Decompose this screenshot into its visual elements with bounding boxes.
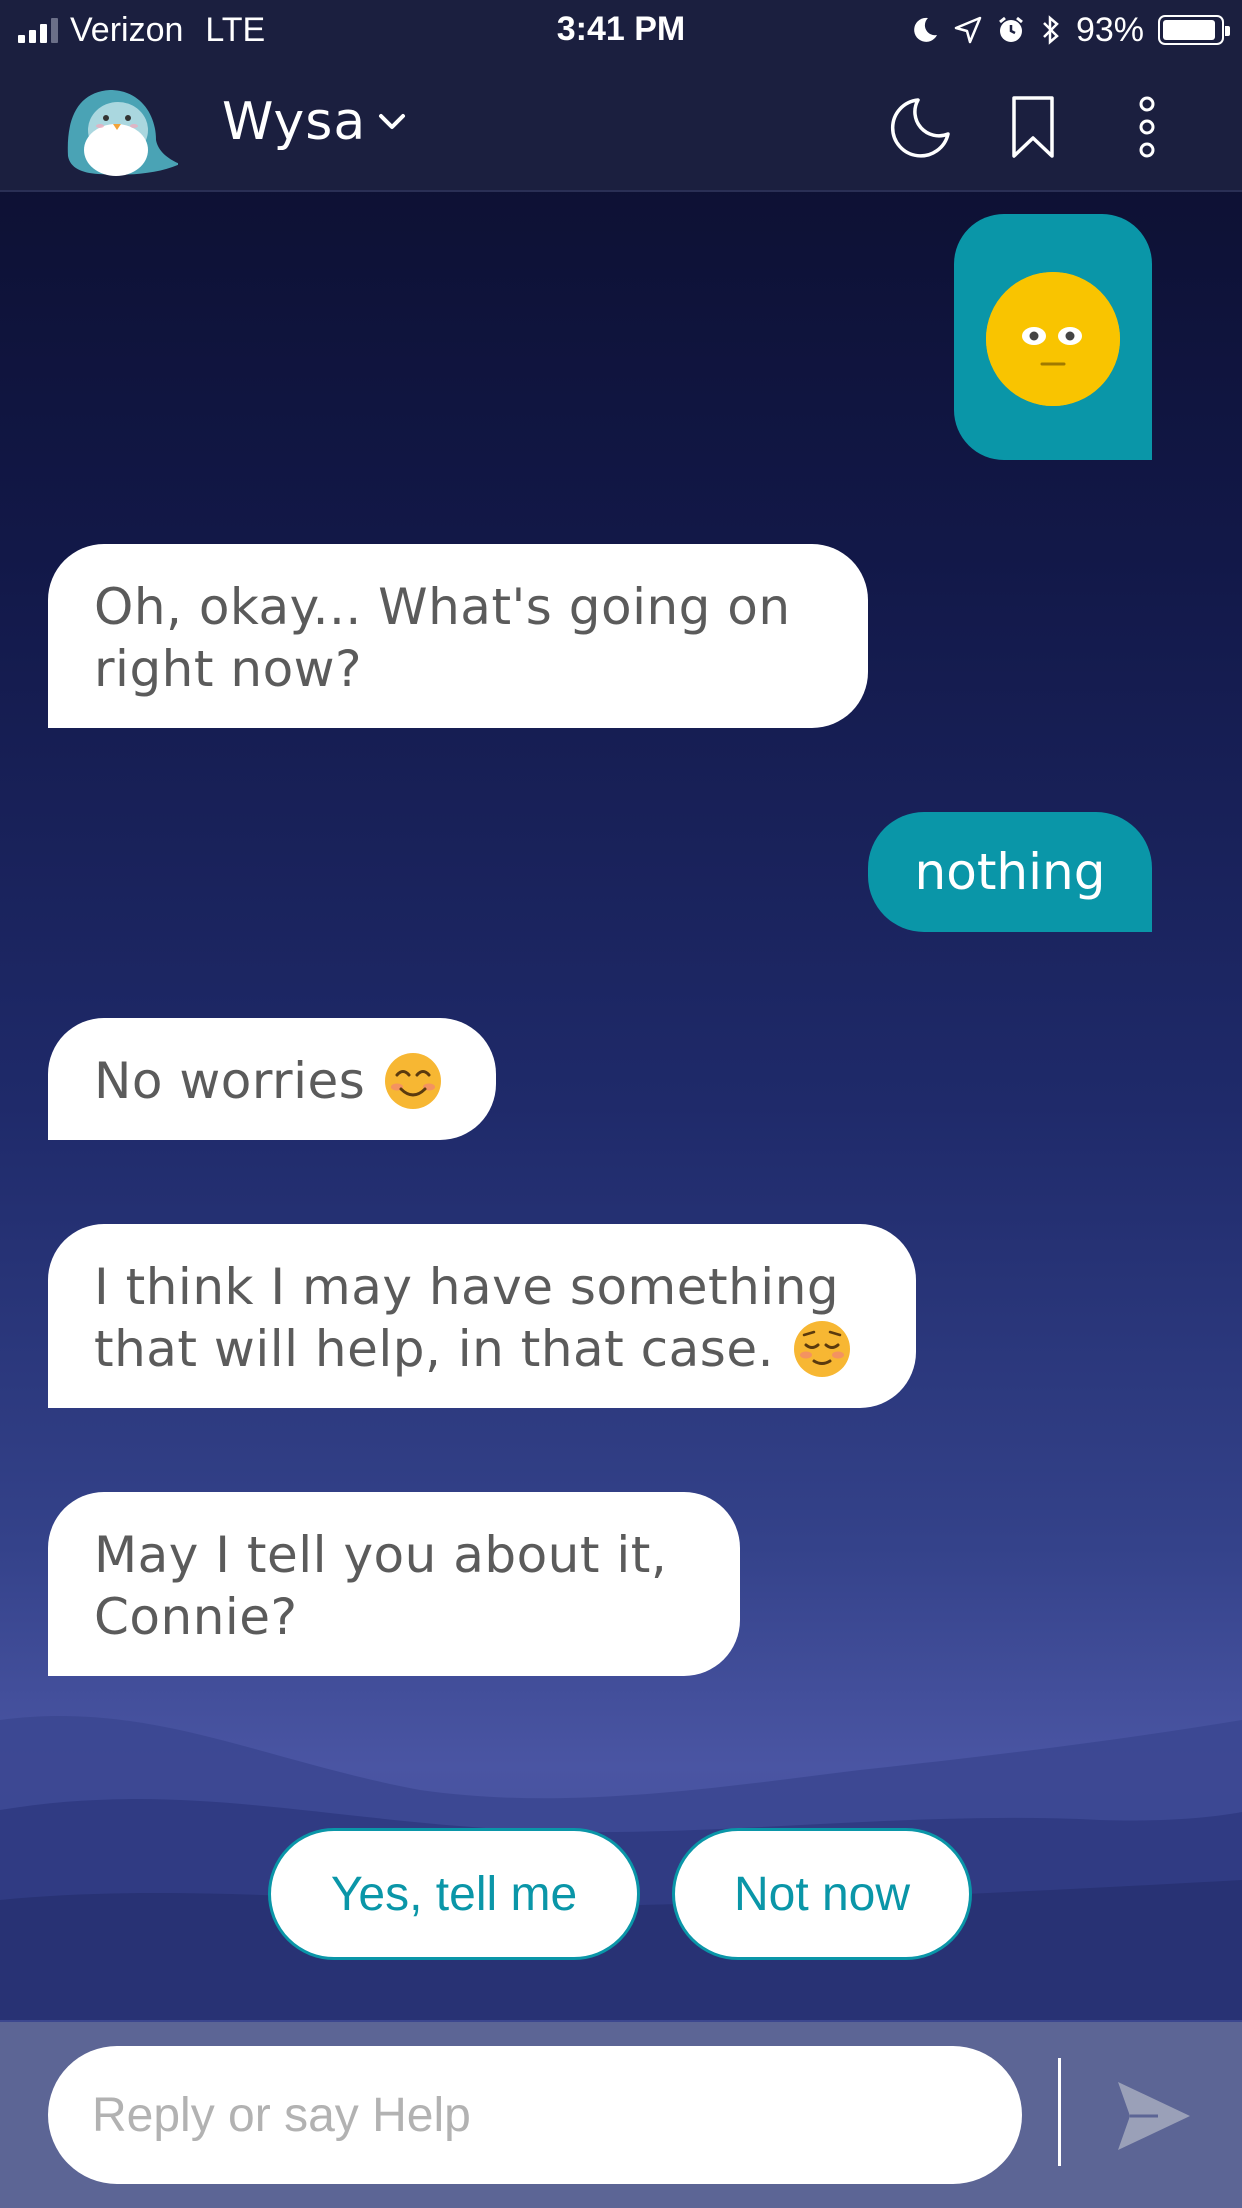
message-line: Connie? [94, 1588, 298, 1646]
message-line: right now? [94, 640, 363, 698]
bookmark-icon[interactable] [1000, 94, 1066, 160]
reply-input[interactable] [48, 2046, 1022, 2184]
bot-message: Oh, okay... What's going on right now? [48, 544, 868, 728]
message-line: May I tell you about it, [94, 1526, 668, 1584]
smiling-face-emoji-icon [385, 1053, 442, 1109]
do-not-disturb-moon-icon [914, 17, 937, 42]
composer-bar [0, 2022, 1242, 2208]
more-options-icon[interactable] [1114, 94, 1180, 160]
battery-icon [1158, 15, 1230, 45]
alarm-icon [999, 16, 1023, 42]
night-mode-moon-icon[interactable] [888, 94, 954, 160]
message-line: that will help, in that case. [94, 1320, 775, 1378]
status-bar: Verizon LTE 3:41 PM 93% [0, 0, 1242, 62]
bot-name-title[interactable]: Wysa [222, 92, 366, 152]
chat-header: Wysa [0, 62, 1242, 192]
user-message: nothing [868, 812, 1152, 932]
chevron-down-icon[interactable] [378, 112, 406, 132]
message-text: nothing [914, 843, 1106, 901]
battery-percent: 93% [1075, 10, 1144, 49]
location-arrow-icon [954, 16, 982, 44]
message-line: Oh, okay... What's going on [94, 578, 791, 636]
user-sticker-message [954, 214, 1152, 460]
bot-message: I think I may have something that will h… [48, 1224, 916, 1408]
send-icon[interactable] [1114, 2076, 1194, 2156]
relieved-face-emoji-icon [794, 1321, 851, 1377]
bot-message: May I tell you about it, Connie? [48, 1492, 740, 1676]
message-line: I think I may have something [94, 1258, 840, 1316]
bluetooth-icon [1043, 15, 1059, 45]
quick-reply-not-now-button[interactable]: Not now [672, 1828, 972, 1960]
wysa-penguin-avatar[interactable] [58, 78, 178, 178]
neutral-face-sticker-icon [986, 272, 1120, 406]
message-text: No worries [94, 1052, 366, 1110]
bot-message: No worries [48, 1018, 496, 1140]
quick-reply-yes-button[interactable]: Yes, tell me [268, 1828, 640, 1960]
composer-divider [1058, 2058, 1061, 2166]
